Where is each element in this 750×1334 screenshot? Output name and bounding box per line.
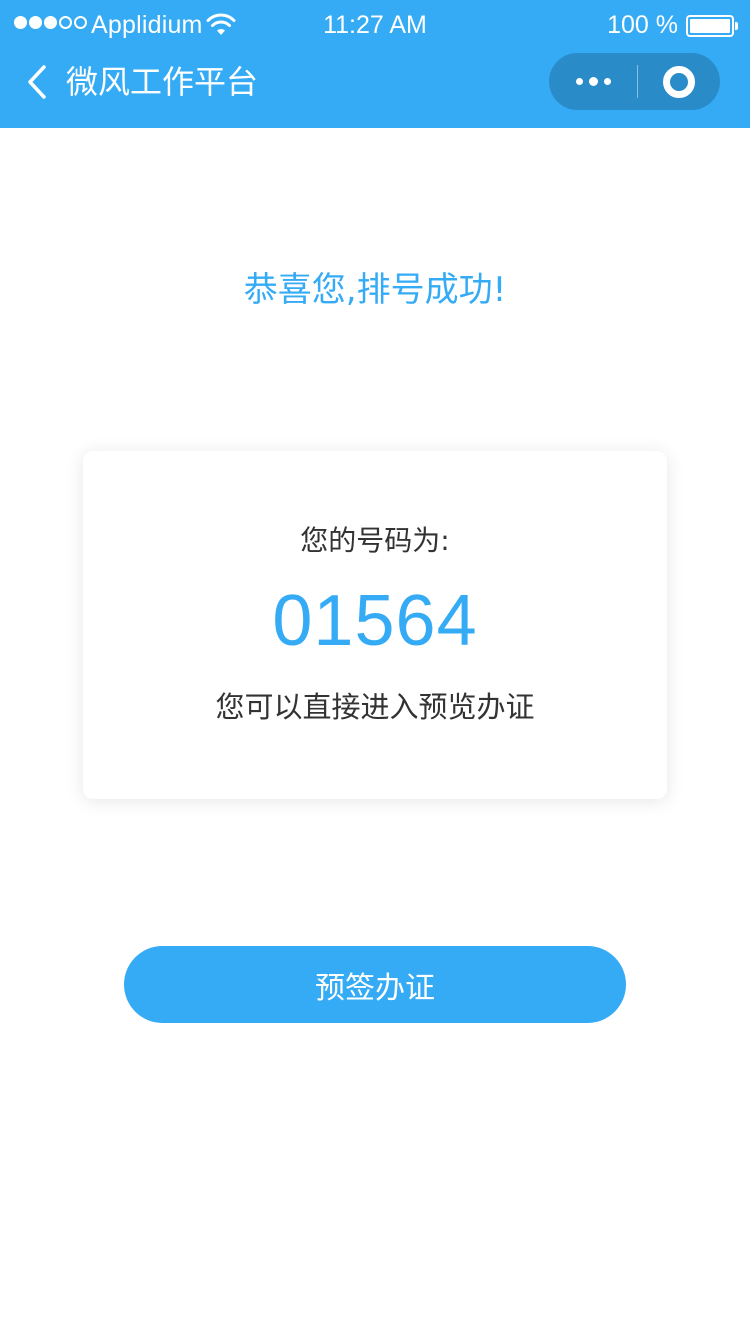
chevron-left-icon xyxy=(28,65,46,99)
page-title: 微风工作平台 xyxy=(66,63,259,101)
success-message: 恭喜您,排号成功! xyxy=(243,270,507,310)
queue-number: 01564 xyxy=(272,581,478,661)
queue-number-label: 您的号码为: xyxy=(300,524,450,557)
back-button[interactable] xyxy=(22,62,58,102)
queue-number-card: 您的号码为: 01564 您可以直接进入预览办证 xyxy=(83,451,667,799)
target-close-icon xyxy=(663,65,695,98)
battery-icon xyxy=(686,15,738,37)
mini-program-capsule xyxy=(549,53,720,110)
pre-sign-button[interactable]: 预签办证 xyxy=(124,946,626,1023)
battery-percent: 100 % xyxy=(607,11,678,39)
top-bar: Applidium 11:27 AM 100 % 微风工作平台 xyxy=(0,0,750,128)
nav-bar: 微风工作平台 xyxy=(0,52,750,128)
more-button[interactable] xyxy=(549,53,637,110)
close-button[interactable] xyxy=(638,53,720,110)
queue-hint: 您可以直接进入预览办证 xyxy=(215,690,535,724)
more-dots-icon xyxy=(575,78,583,85)
status-bar: Applidium 11:27 AM 100 % xyxy=(0,0,750,52)
